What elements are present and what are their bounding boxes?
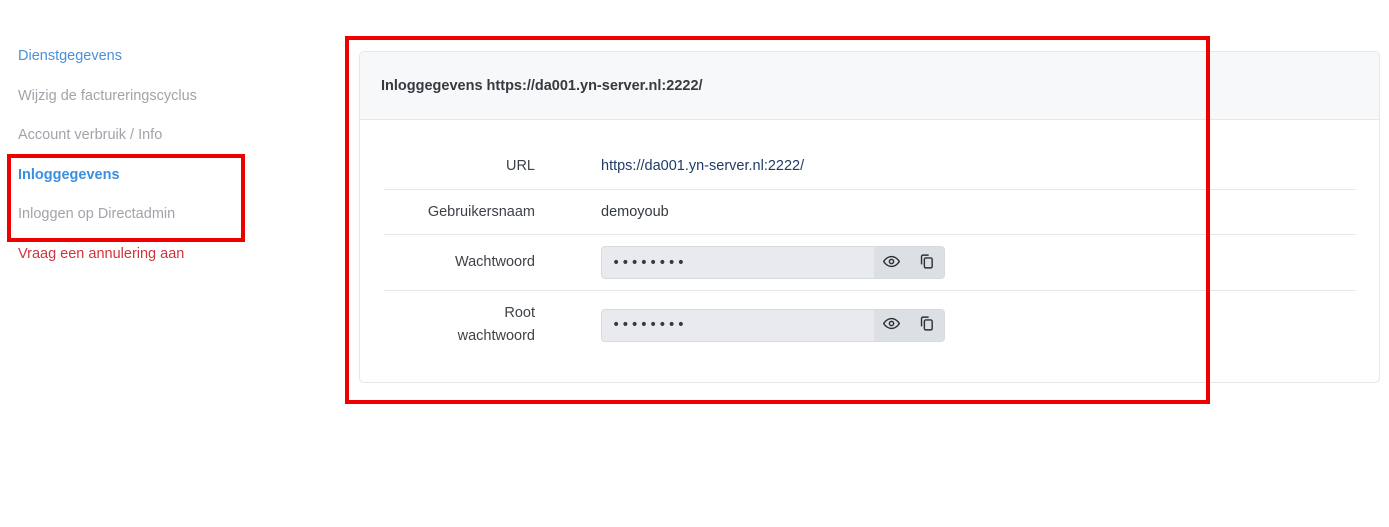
root-password-label-line1: Root	[504, 305, 535, 321]
sidebar: Dienstgegevens Wijzig de factureringscyc…	[18, 44, 248, 282]
show-root-password-button[interactable]	[874, 309, 909, 341]
table-row-url: URL https://da001.yn-server.nl:2222/	[384, 143, 1356, 190]
sidebar-item-dienstgegevens[interactable]: Dienstgegevens	[18, 44, 248, 84]
url-link[interactable]: https://da001.yn-server.nl:2222/	[601, 158, 804, 174]
sidebar-item-factureringscyclus[interactable]: Wijzig de factureringscyclus	[18, 84, 248, 124]
sidebar-item-annulering[interactable]: Vraag een annulering aan	[18, 242, 248, 282]
table-row-username: Gebruikersnaam demoyoub	[384, 190, 1356, 235]
sidebar-item-account-verbruik[interactable]: Account verbruik / Info	[18, 123, 248, 163]
eye-icon	[882, 253, 901, 273]
details-table: URL https://da001.yn-server.nl:2222/ Geb…	[384, 143, 1356, 359]
card-title: Inloggegevens https://da001.yn-server.nl…	[360, 52, 1379, 120]
copy-icon	[918, 253, 935, 273]
password-label: Wachtwoord	[454, 254, 535, 270]
username-value: demoyoub	[601, 204, 669, 220]
root-password-input[interactable]	[602, 309, 874, 341]
password-field-group	[601, 246, 945, 279]
sidebar-item-inloggen-directadmin[interactable]: Inloggen op Directadmin	[18, 202, 248, 242]
table-row-root-password: Root wachtwoord	[384, 291, 1356, 359]
root-password-field-group	[601, 308, 945, 342]
url-label: URL	[505, 157, 535, 174]
password-input[interactable]	[602, 247, 874, 278]
root-password-label-line2: wachtwoord	[457, 328, 535, 344]
login-details-card: Inloggegevens https://da001.yn-server.nl…	[359, 51, 1380, 383]
copy-icon	[918, 315, 935, 335]
page: Dienstgegevens Wijzig de factureringscyc…	[0, 0, 1389, 527]
username-label: Gebruikersnaam	[427, 203, 535, 220]
eye-icon	[882, 315, 901, 335]
sidebar-item-inloggegevens[interactable]: Inloggegevens	[18, 163, 248, 203]
show-password-button[interactable]	[874, 247, 909, 278]
table-row-password: Wachtwoord	[384, 235, 1356, 291]
copy-root-password-button[interactable]	[909, 309, 944, 341]
copy-password-button[interactable]	[909, 247, 944, 278]
root-password-label: Root wachtwoord	[384, 302, 535, 348]
